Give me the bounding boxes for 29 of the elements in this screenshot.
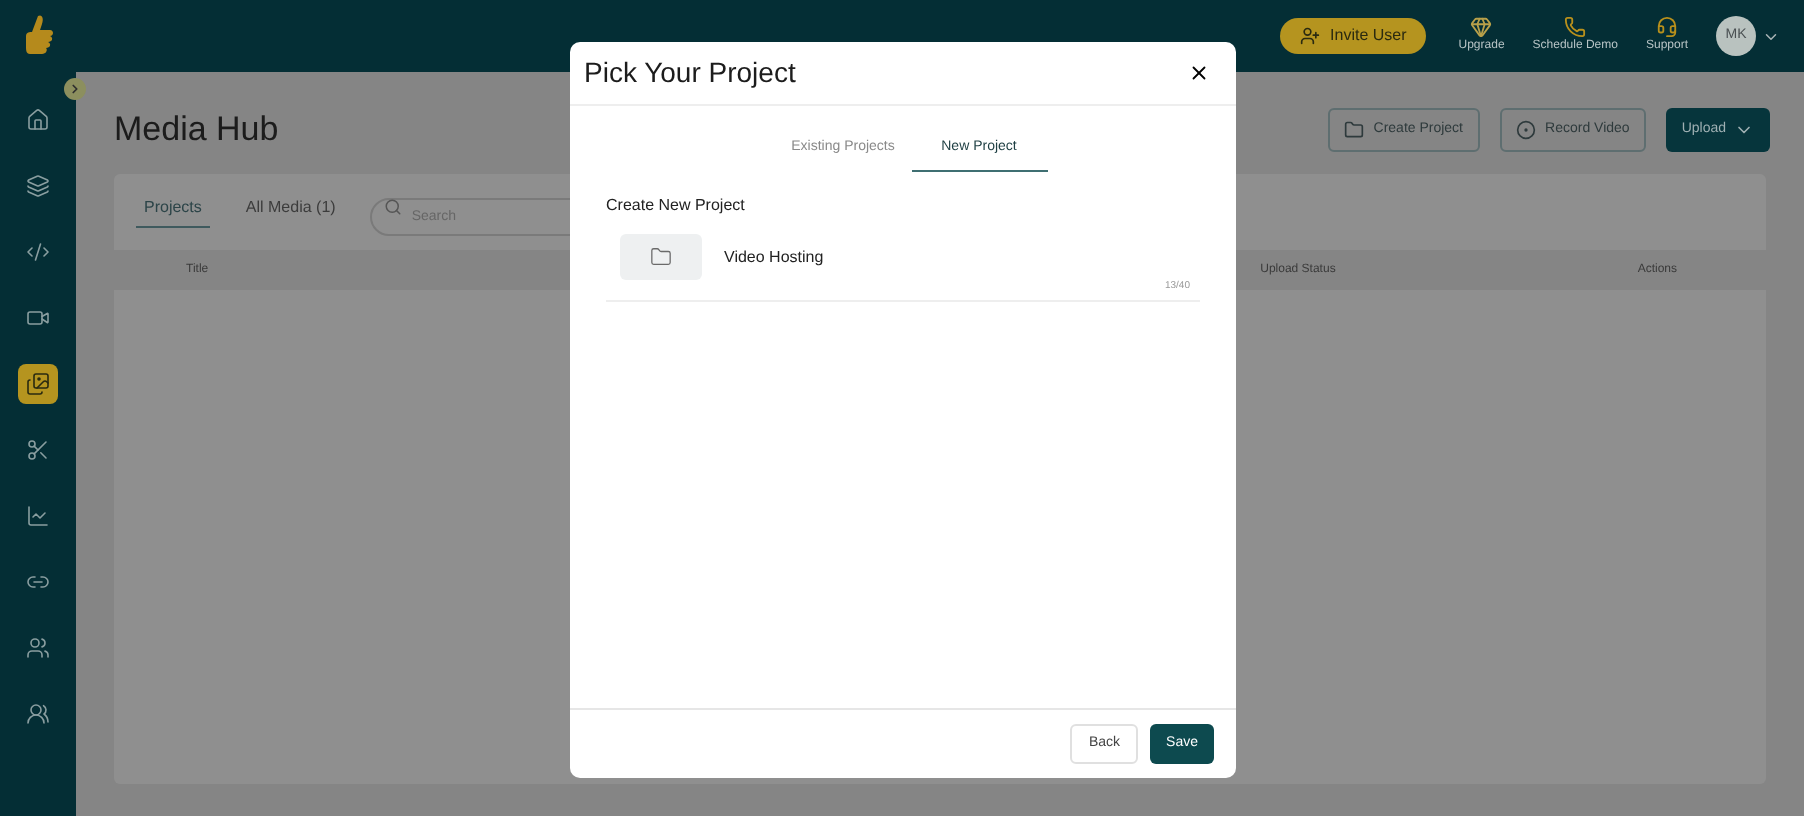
scissors-icon: [26, 438, 50, 462]
layers-icon: [26, 174, 50, 198]
media-icon: [26, 372, 50, 396]
link-icon: [26, 570, 50, 594]
sidebar-button[interactable]: [18, 364, 58, 404]
video-icon: [26, 306, 50, 330]
thumbs-up-logo: [20, 12, 56, 60]
folder-icon: [650, 246, 672, 268]
folder-icon: [1343, 120, 1364, 140]
folder-thumbnail[interactable]: [620, 234, 702, 280]
modal-title: Pick Your Project: [584, 54, 796, 92]
gem-icon: [1470, 16, 1493, 38]
collapse-icon[interactable]: [64, 78, 86, 100]
record-icon: [1515, 120, 1536, 140]
home-icon: [26, 108, 50, 132]
chart-icon: [26, 504, 50, 528]
close-icon: [1188, 62, 1210, 84]
page-tab[interactable]: All Media (1): [237, 196, 344, 228]
search-icon: [383, 198, 402, 216]
code-icon: [26, 240, 50, 264]
invite-user-button[interactable]: Invite User: [1280, 18, 1427, 54]
page-title: Media Hub: [114, 108, 279, 153]
phone-icon: [1564, 16, 1587, 38]
team-icon: [26, 702, 50, 726]
users-icon: [26, 636, 50, 660]
user-plus-icon: [1300, 26, 1321, 46]
page-tab[interactable]: Projects: [136, 196, 210, 228]
project-name-field[interactable]: Video Hosting: [710, 234, 1200, 280]
headset-icon: [1655, 16, 1678, 38]
